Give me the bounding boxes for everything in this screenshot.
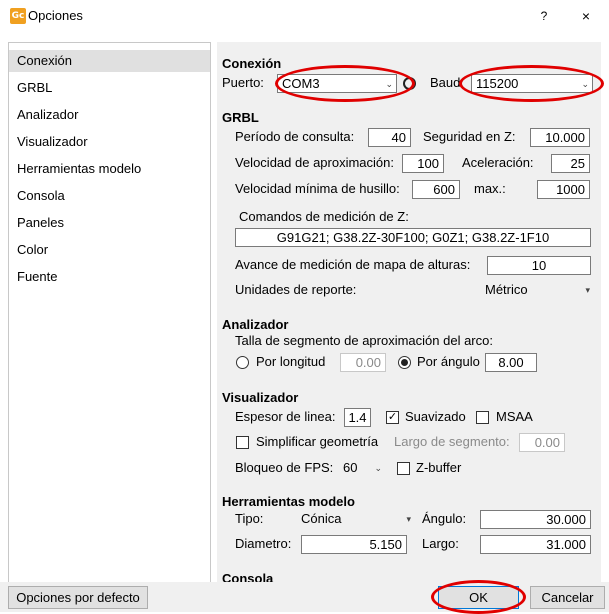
arc-segment-label: Talla de segmento de aproximación del ar… [235,333,493,348]
section-consola-header: Consola [222,571,274,582]
tool-type-select[interactable]: Cónica ▾ [297,510,414,529]
help-button[interactable]: ? [534,6,554,26]
spindle-min-label: Velocidad mínima de husillo: [235,181,400,196]
poll-input[interactable]: 40 [368,128,411,147]
sidebar-item-color[interactable]: Color [9,239,210,261]
sidebar-item-analizador[interactable]: Analizador [9,104,210,126]
chevron-down-icon: ▾ [585,285,590,295]
refresh-icon[interactable] [403,77,416,90]
sidebar-item-herramientas-modelo[interactable]: Herramientas modelo [9,158,210,180]
section-analizador-header: Analizador [222,317,289,332]
window-title: Opciones [28,8,83,23]
sidebar-item-fuente[interactable]: Fuente [9,266,210,288]
heightmap-input[interactable]: 10 [487,256,591,275]
section-grbl-header: GRBL [222,110,259,125]
port-label: Puerto: [222,75,264,90]
cancel-button[interactable]: Cancelar [530,586,605,609]
title-bar: Gc Opciones ? × [0,0,609,34]
baud-select[interactable]: 115200 ⌄ [471,74,593,93]
units-value: Métrico [485,282,528,297]
zbuffer-label[interactable]: Z-buffer [416,460,461,475]
tool-type-value: Cónica [301,511,342,526]
sidebar: Conexión GRBL Analizador Visualizador He… [8,42,211,584]
chevron-down-icon: ▾ [406,514,411,524]
section-herramientas-header: Herramientas modelo [222,494,355,509]
sidebar-item-consola[interactable]: Consola [9,185,210,207]
angle-label: Ángulo: [422,511,467,526]
tool-type-label: Tipo: [235,511,264,526]
zbuffer-checkbox[interactable] [397,462,410,475]
units-select[interactable]: Métrico ▾ [481,281,593,300]
by-length-input: 0.00 [340,353,386,372]
by-angle-label[interactable]: Por ángulo [417,354,480,369]
chevron-down-icon: ⌄ [581,79,589,89]
close-button[interactable]: × [575,5,597,27]
ok-button[interactable]: OK [438,586,519,609]
section-conexion-header: Conexión [222,56,282,71]
msaa-checkbox[interactable] [476,411,489,424]
sidebar-item-paneles[interactable]: Paneles [9,212,210,234]
heightmap-label: Avance de medición de mapa de alturas: [235,257,471,272]
section-visualizador-header: Visualizador [222,390,299,405]
simplify-checkbox[interactable] [236,436,249,449]
line-width-label: Espesor de linea: [235,409,336,424]
units-label: Unidades de reporte: [235,282,357,297]
approach-label: Velocidad de aproximación: [235,155,394,170]
port-select[interactable]: COM3 ⌄ [277,74,397,93]
port-value: COM3 [282,76,320,91]
baud-value: 115200 [476,76,519,91]
line-width-input[interactable]: 1.4 [344,408,371,427]
smoothing-checkbox[interactable]: ✓ [386,411,399,424]
safe-z-label: Seguridad en Z: [423,129,516,144]
z-commands-label: Comandos de medición de Z: [239,209,409,224]
diameter-input[interactable]: 5.150 [301,535,407,554]
segment-length-input: 0.00 [519,433,565,452]
sidebar-item-grbl[interactable]: GRBL [9,77,210,99]
sidebar-item-visualizador[interactable]: Visualizador [9,131,210,153]
fps-lock-value: 60 [343,460,358,475]
by-angle-input[interactable]: 8.00 [485,353,537,372]
msaa-label[interactable]: MSAA [496,409,533,424]
by-angle-radio[interactable] [398,356,411,369]
approach-input[interactable]: 100 [402,154,444,173]
defaults-button[interactable]: Opciones por defecto [8,586,148,609]
angle-input[interactable]: 30.000 [480,510,591,529]
fps-lock-select[interactable]: 60 ⌄ [339,459,385,478]
poll-label: Período de consulta: [235,129,355,144]
chevron-down-icon: ⌄ [374,463,382,473]
diameter-label: Diametro: [235,536,292,551]
safe-z-input[interactable]: 10.000 [530,128,590,147]
app-icon: Gc [10,8,26,24]
max-label: max.: [474,181,506,196]
chevron-down-icon: ⌄ [385,79,393,89]
simplify-label[interactable]: Simplificar geometría [256,434,378,449]
segment-length-label: Largo de segmento: [394,434,510,449]
acceleration-input[interactable]: 25 [551,154,590,173]
settings-panel[interactable]: Conexión Puerto: COM3 ⌄ Baud: 115200 ⌄ G… [217,42,601,582]
radio-selected-dot [401,359,408,366]
baud-label: Baud: [430,75,464,90]
z-commands-input[interactable]: G91G21; G38.2Z-30F100; G0Z1; G38.2Z-1F10 [235,228,591,247]
spindle-max-input[interactable]: 1000 [537,180,590,199]
sidebar-item-conexion[interactable]: Conexión [9,50,210,72]
fps-lock-label: Bloqueo de FPS: [235,460,334,475]
by-length-label[interactable]: Por longitud [256,354,325,369]
by-length-radio[interactable] [236,356,249,369]
length-input[interactable]: 31.000 [480,535,591,554]
smoothing-label[interactable]: Suavizado [405,409,466,424]
acceleration-label: Aceleración: [462,155,534,170]
spindle-min-input[interactable]: 600 [412,180,460,199]
length-label: Largo: [422,536,459,551]
